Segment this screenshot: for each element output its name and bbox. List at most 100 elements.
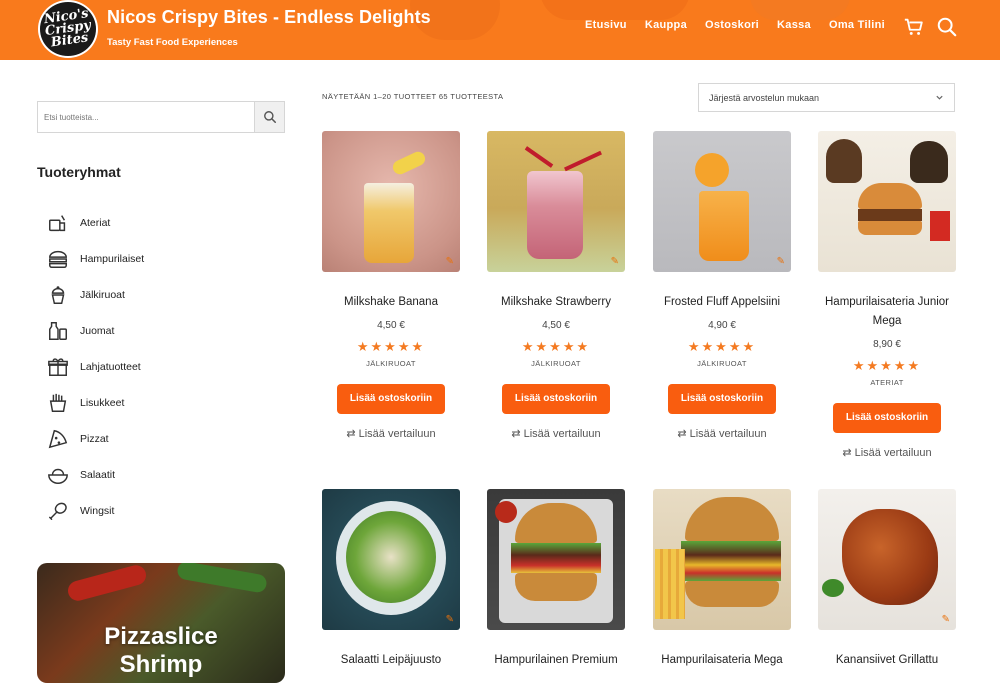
search-icon (263, 111, 276, 124)
add-to-cart-button[interactable]: Lisää ostoskoriin (668, 384, 776, 414)
glass-shape (699, 191, 749, 261)
product-search-button[interactable] (254, 102, 284, 132)
product-name[interactable]: Hampurilaisateria Junior Mega (818, 293, 956, 331)
product-name[interactable]: Salaatti Leipäjuusto (322, 651, 460, 670)
compare-label: Lisää vertailuun (854, 447, 932, 459)
product-category[interactable]: JÄLKIRUOAT (653, 359, 791, 368)
category-lisukkeet[interactable]: Lisukkeet (47, 385, 144, 421)
compare-icon: ⇄ (677, 428, 687, 440)
product-category[interactable]: JÄLKIRUOAT (322, 359, 460, 368)
nav-kassa[interactable]: Kassa (777, 19, 811, 31)
category-salaatit[interactable]: Salaatit (47, 457, 144, 493)
category-ateriat[interactable]: Ateriat (47, 205, 144, 241)
category-label: Juomat (80, 325, 115, 337)
rating-stars: ★★★★★ (356, 339, 426, 354)
category-list: Ateriat Hampurilaiset Jälkiruoat Juomat … (47, 205, 144, 529)
search-icon[interactable] (936, 16, 958, 38)
category-label: Pizzat (80, 433, 109, 445)
product-name[interactable]: Hampurilainen Premium (487, 651, 625, 670)
promo-banner[interactable]: Pizzaslice Shrimp (37, 563, 285, 683)
burger-bun-shape (685, 497, 779, 541)
product-image-milkshake-strawberry[interactable]: ✎ (487, 131, 625, 272)
add-to-cart-button[interactable]: Lisää ostoskoriin (337, 384, 445, 414)
site-header: Nico's Crispy Bites Nicos Crispy Bites -… (0, 0, 1000, 60)
fries-shape (655, 549, 685, 619)
category-lahjatuotteet[interactable]: Lahjatuotteet (47, 349, 144, 385)
product-name[interactable]: Milkshake Banana (322, 293, 460, 312)
product-card: Hampurilaisateria Mega (653, 489, 791, 670)
product-image-milkshake-banana[interactable]: ✎ (322, 131, 460, 272)
product-search (37, 101, 285, 133)
product-image-hampurilainen-premium[interactable] (487, 489, 625, 630)
kid-figure (826, 139, 862, 183)
product-image-salaatti-leipajuusto[interactable]: ✎ (322, 489, 460, 630)
category-juomat[interactable]: Juomat (47, 313, 144, 349)
compare-icon: ⇄ (842, 447, 852, 459)
dessert-icon (51, 286, 65, 304)
compare-label: Lisää vertailuun (358, 428, 436, 440)
burger-bun-shape (858, 183, 922, 209)
product-name[interactable]: Milkshake Strawberry (487, 293, 625, 312)
rating-stars: ★★★★★ (852, 358, 922, 373)
product-image-frosted-fluff[interactable]: ✎ (653, 131, 791, 272)
compare-label: Lisää vertailuun (523, 428, 601, 440)
add-to-cart-button[interactable]: Lisää ostoskoriin (502, 384, 610, 414)
burger-fillings-shape (681, 541, 781, 581)
sort-select[interactable]: Järjestä arvostelun mukaan (698, 83, 955, 112)
category-pizzat[interactable]: Pizzat (47, 421, 144, 457)
nav-etusivu[interactable]: Etusivu (585, 19, 627, 31)
add-to-compare-link[interactable]: ⇄ Lisää vertailuun (818, 446, 956, 459)
product-category[interactable]: ATERIAT (818, 378, 956, 387)
site-logo[interactable]: Nico's Crispy Bites (38, 0, 98, 58)
chevron-down-icon (936, 95, 943, 100)
salad-icon (48, 468, 68, 484)
rating-stars: ★★★★★ (687, 339, 757, 354)
product-price: 8,90 € (873, 339, 901, 350)
category-label: Jälkiruoat (80, 289, 125, 301)
category-wingsit[interactable]: Wingsit (47, 493, 144, 529)
category-hampurilaiset[interactable]: Hampurilaiset (47, 241, 144, 277)
site-tagline: Tasty Fast Food Experiences (107, 37, 238, 48)
glass-shape (364, 183, 414, 263)
kid-figure (910, 141, 948, 183)
product-image-kanansiivet-grillattu[interactable]: ✎ (818, 489, 956, 630)
burger-patty-shape (858, 209, 922, 221)
compare-label: Lisää vertailuun (689, 428, 767, 440)
edit-pencil-icon: ✎ (941, 614, 950, 625)
product-price: 4,50 € (377, 320, 405, 331)
ketchup-bowl-shape (495, 501, 517, 523)
burger-fillings-shape (511, 543, 601, 573)
product-name[interactable]: Hampurilaisateria Mega (653, 651, 791, 670)
product-name[interactable]: Kanansiivet Grillattu (818, 651, 956, 670)
product-search-input[interactable] (38, 102, 254, 132)
product-name[interactable]: Frosted Fluff Appelsiini (653, 293, 791, 312)
wing-icon (49, 502, 67, 520)
glass-shape (527, 171, 583, 259)
add-to-cart-button[interactable]: Lisää ostoskoriin (833, 403, 941, 433)
gift-icon (48, 358, 68, 376)
product-image-hampurilaisateria-mega[interactable] (653, 489, 791, 630)
product-card: ✎ Salaatti Leipäjuusto (322, 489, 460, 670)
categories-title: Tuoteryhmat (37, 164, 121, 180)
category-jalkiruoat[interactable]: Jälkiruoat (47, 277, 144, 313)
product-image-junior-mega[interactable] (818, 131, 956, 272)
add-to-compare-link[interactable]: ⇄ Lisää vertailuun (653, 427, 791, 440)
category-label: Salaatit (80, 469, 116, 481)
add-to-compare-link[interactable]: ⇄ Lisää vertailuun (322, 427, 460, 440)
product-card: ✎ Milkshake Strawberry 4,50 € ★★★★★ JÄLK… (487, 131, 625, 440)
orange-shape (695, 153, 729, 187)
main-nav: Etusivu Kauppa Ostoskori Kassa Oma Tilin… (585, 19, 885, 31)
nav-ostoskori[interactable]: Ostoskori (705, 19, 759, 31)
fries-box-shape (930, 211, 950, 241)
chicken-wings-shape (842, 509, 938, 605)
add-to-compare-link[interactable]: ⇄ Lisää vertailuun (487, 427, 625, 440)
cart-icon[interactable] (903, 16, 925, 38)
product-category[interactable]: JÄLKIRUOAT (487, 359, 625, 368)
product-card: ✎ Kanansiivet Grillattu (818, 489, 956, 670)
nav-kauppa[interactable]: Kauppa (645, 19, 687, 31)
site-title[interactable]: Nicos Crispy Bites - Endless Delights (107, 7, 431, 28)
nav-oma-tilini[interactable]: Oma Tilini (829, 19, 885, 31)
product-card: Hampurilaisateria Junior Mega 8,90 € ★★★… (818, 131, 956, 459)
promo-image-pepper (65, 563, 149, 604)
edit-pencil-icon: ✎ (445, 256, 454, 267)
